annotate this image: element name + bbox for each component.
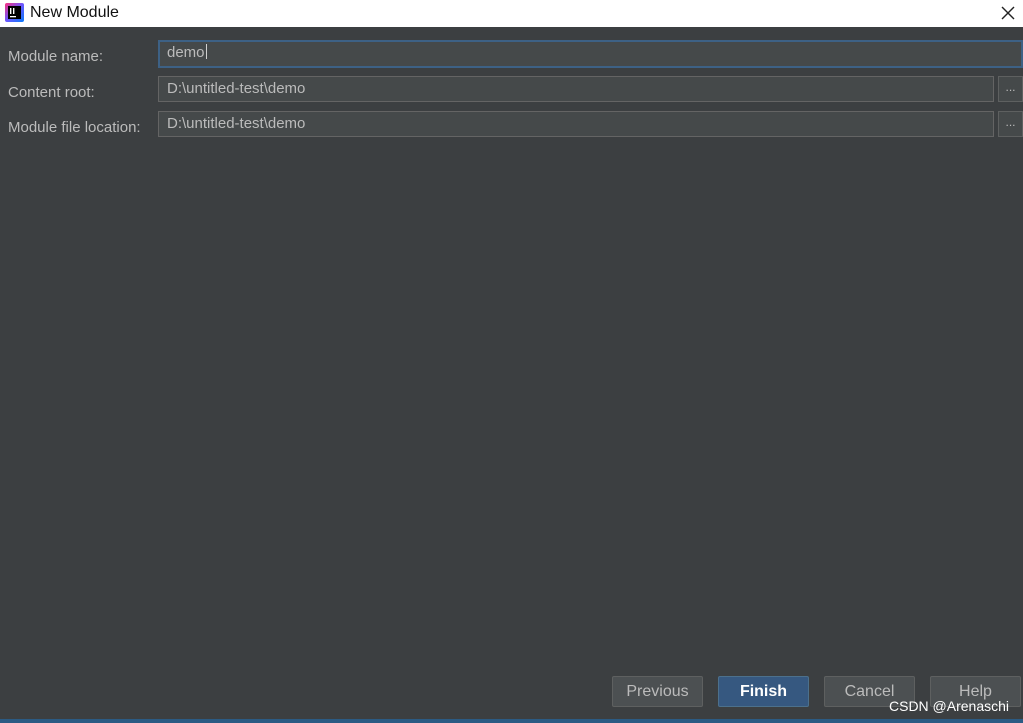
content-root-browse-button[interactable]: ... — [998, 76, 1023, 102]
module-file-location-input[interactable]: D:\untitled-test\demo — [158, 111, 994, 137]
text-caret — [205, 44, 207, 59]
close-icon[interactable] — [997, 2, 1019, 24]
module-name-label: Module name: — [8, 48, 104, 65]
module-name-input[interactable]: demo — [158, 40, 1023, 68]
finish-button[interactable]: Finish — [718, 676, 809, 707]
content-root-input[interactable]: D:\untitled-test\demo — [158, 76, 994, 102]
previous-button[interactable]: Previous — [612, 676, 703, 707]
module-name-value: demo — [167, 44, 205, 61]
new-module-dialog: New Module Module name: demo Content roo… — [0, 0, 1023, 723]
content-root-row: Content root: D:\untitled-test\demo ... — [0, 76, 1023, 106]
content-root-label: Content root: — [8, 84, 95, 101]
dialog-title: New Module — [30, 4, 119, 21]
bottom-border — [0, 719, 1023, 723]
module-name-row: Module name: demo — [0, 40, 1023, 70]
title-bar: New Module — [0, 0, 1023, 27]
watermark: CSDN @Arenaschi — [889, 698, 1010, 714]
module-file-location-row: Module file location: D:\untitled-test\d… — [0, 111, 1023, 141]
content-root-value: D:\untitled-test\demo — [167, 80, 306, 97]
module-file-location-label: Module file location: — [8, 119, 141, 136]
module-file-location-value: D:\untitled-test\demo — [167, 115, 306, 132]
module-file-location-browse-button[interactable]: ... — [998, 111, 1023, 137]
intellij-idea-icon — [5, 3, 24, 22]
